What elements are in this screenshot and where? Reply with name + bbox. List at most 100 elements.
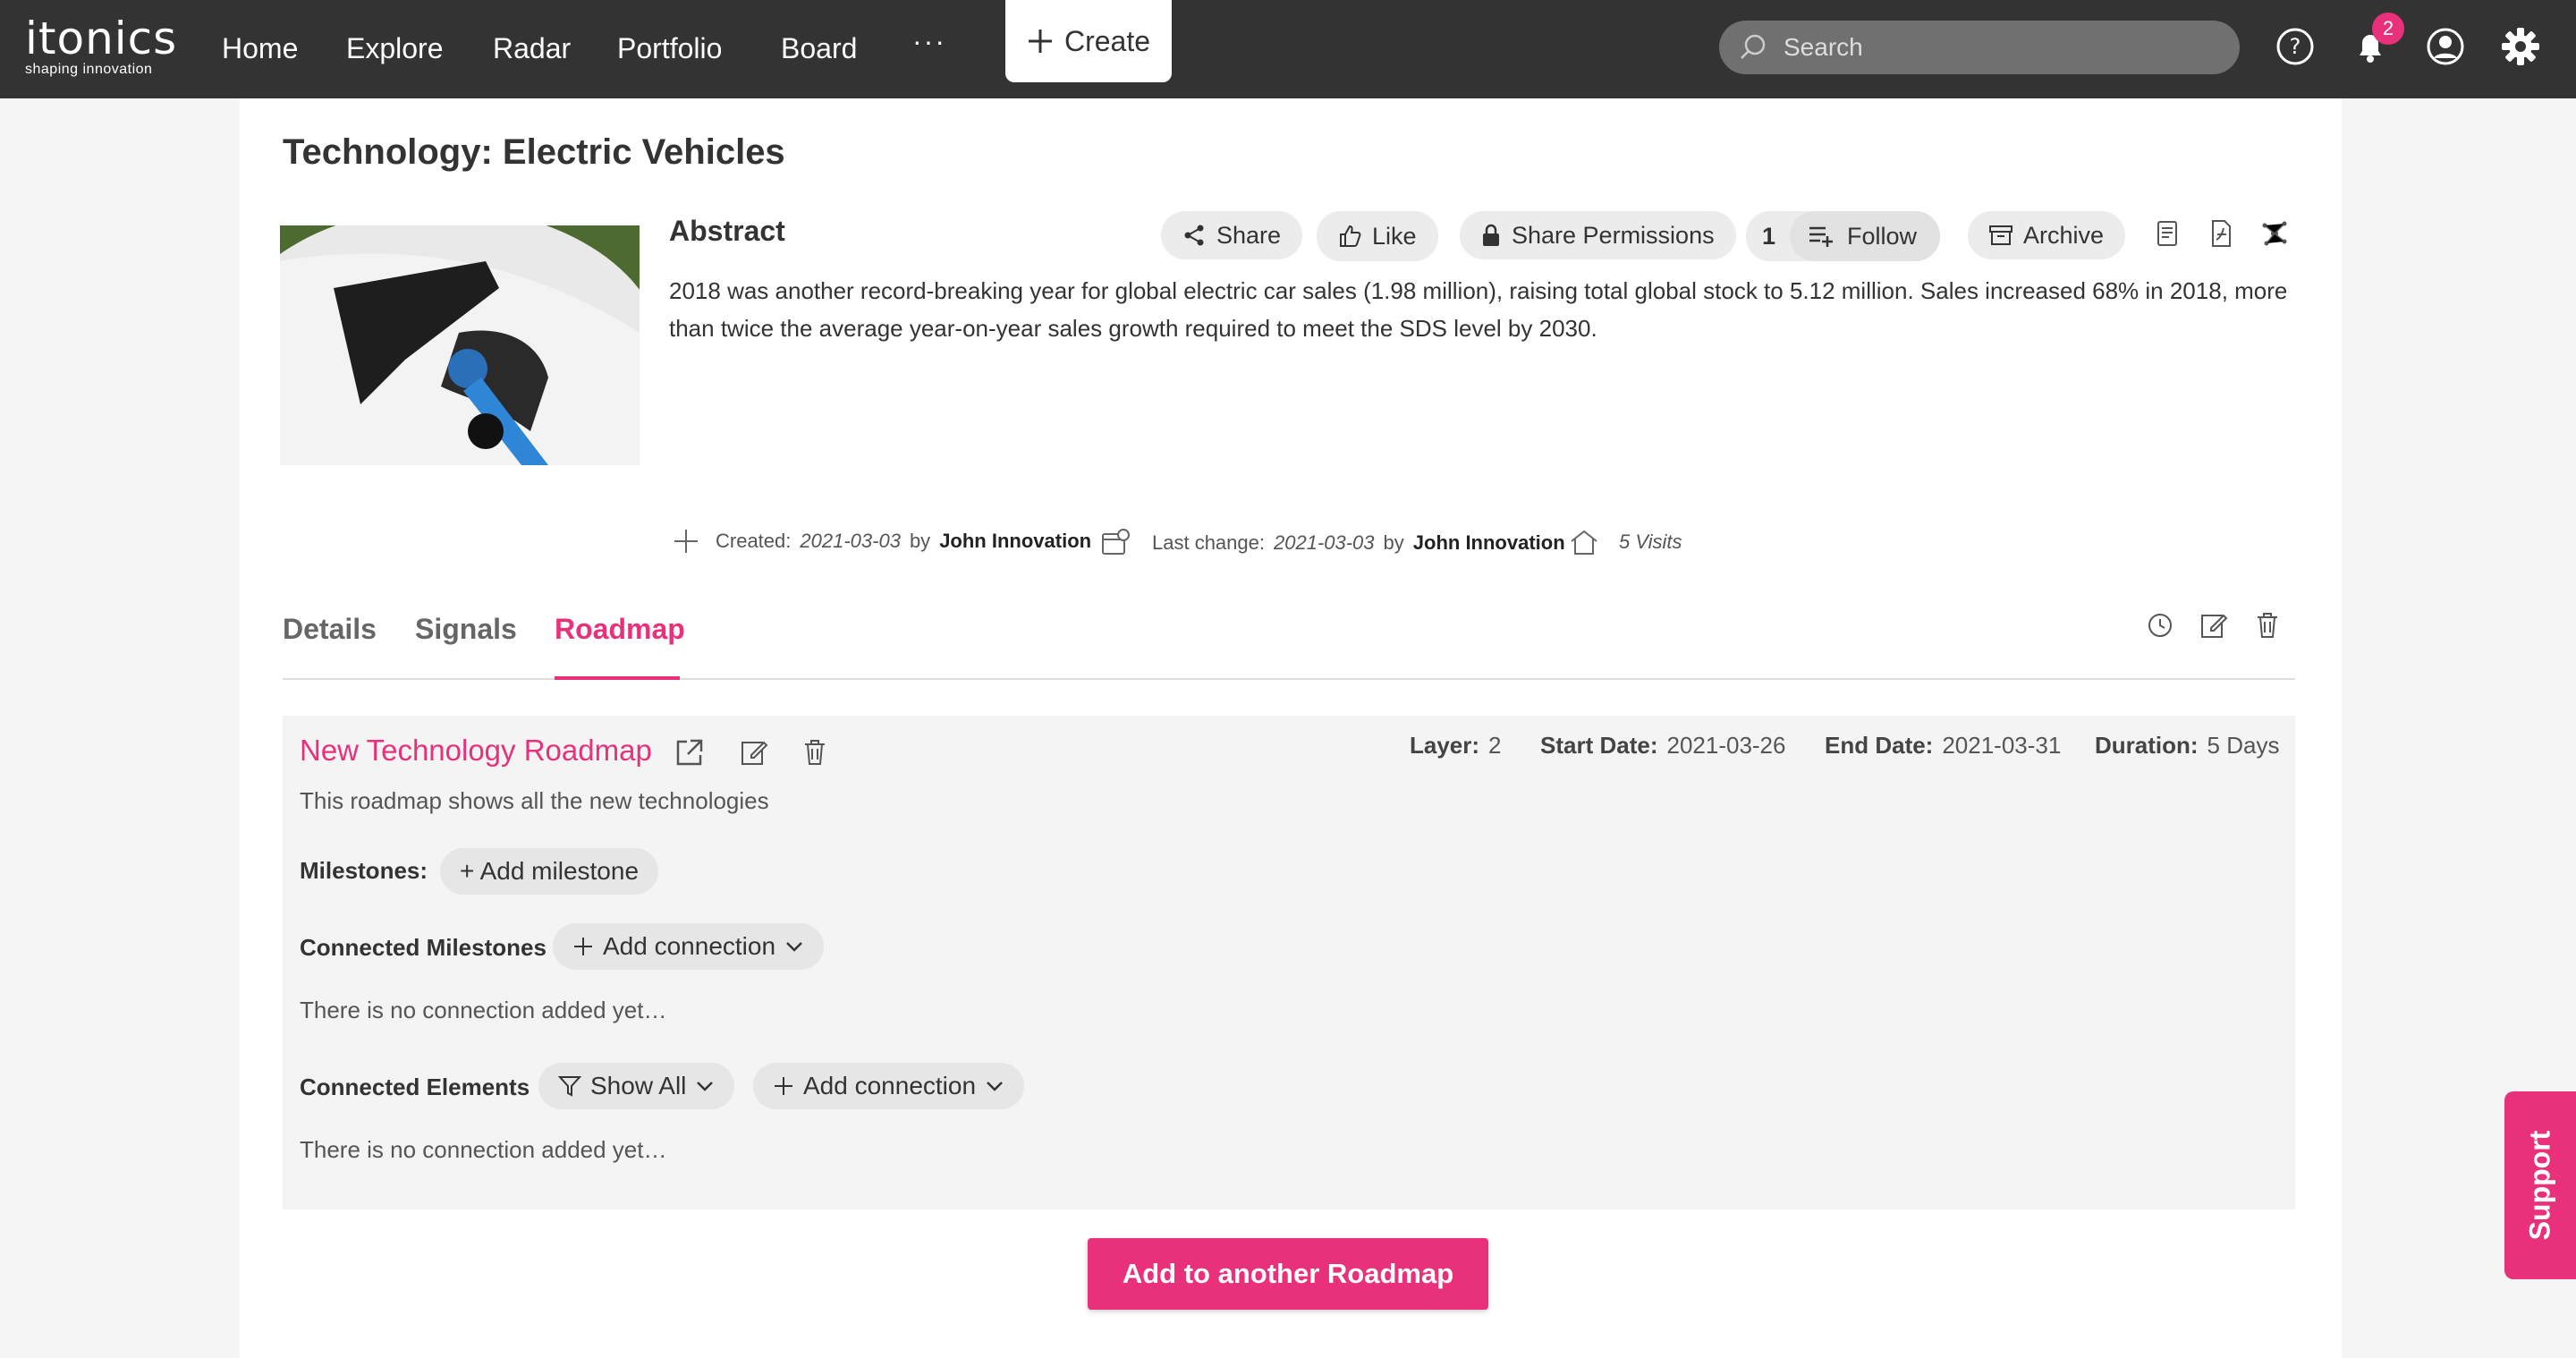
logo-tagline: shaping innovation bbox=[25, 62, 153, 77]
last-change-date: 2021-03-03 bbox=[1273, 531, 1375, 554]
add-connection-milestones-dropdown[interactable]: Add connection bbox=[553, 923, 825, 970]
abstract-heading: Abstract bbox=[669, 215, 785, 247]
share-label: Share bbox=[1216, 221, 1282, 249]
share-permissions-button[interactable]: Share Permissions bbox=[1460, 211, 1736, 259]
tab-roadmap[interactable]: Roadmap bbox=[555, 608, 685, 649]
follow-button[interactable]: Follow bbox=[1790, 211, 1941, 261]
follow-list-icon bbox=[1809, 226, 1834, 247]
milestones-label: Milestones: bbox=[300, 857, 428, 884]
nav-radar[interactable]: Radar bbox=[493, 29, 571, 68]
last-change-by: John Innovation bbox=[1412, 531, 1565, 554]
search-input[interactable]: Search bbox=[1719, 21, 2240, 74]
show-all-label: Show All bbox=[590, 1072, 687, 1099]
abstract-text: 2018 was another record-breaking year fo… bbox=[669, 277, 2288, 342]
end-date-field: End Date: 2021-03-31 bbox=[1825, 732, 2061, 760]
created-meta: Created: 2021-03-03 by John Innovation bbox=[673, 528, 1091, 555]
ev-charging-illustration bbox=[280, 225, 640, 465]
add-milestone-button[interactable]: + Add milestone bbox=[440, 848, 659, 895]
follow-group: 1 Follow bbox=[1746, 211, 1941, 261]
no-connection-elements-text: There is no connection added yet… bbox=[300, 1136, 667, 1163]
filter-icon bbox=[558, 1076, 581, 1097]
like-label: Like bbox=[1372, 222, 1417, 250]
created-by: John Innovation bbox=[939, 530, 1092, 552]
connected-milestones-label: Connected Milestones bbox=[300, 934, 547, 961]
svg-text:?: ? bbox=[2290, 34, 2301, 59]
end-date-label: End Date: bbox=[1825, 732, 1934, 759]
layer-value: 2 bbox=[1488, 732, 1502, 759]
pdf-icon[interactable] bbox=[2206, 218, 2236, 249]
like-button[interactable]: Like bbox=[1317, 211, 1438, 261]
active-tab-indicator bbox=[555, 676, 680, 680]
trash-icon[interactable] bbox=[2252, 610, 2283, 641]
duration-value: 5 Days bbox=[2207, 732, 2280, 759]
start-date-field: Start Date: 2021-03-26 bbox=[1540, 732, 1785, 760]
visits-meta: 5 Visits bbox=[1569, 528, 1682, 556]
roadmap-edit-icon[interactable] bbox=[739, 737, 769, 768]
lock-icon bbox=[1483, 224, 1499, 246]
calendar-icon bbox=[1102, 529, 1130, 555]
archive-icon bbox=[1989, 225, 2012, 245]
search-placeholder: Search bbox=[1784, 33, 1863, 61]
plus-icon bbox=[1028, 30, 1052, 53]
open-external-icon[interactable] bbox=[674, 737, 705, 768]
nav-board[interactable]: Board bbox=[781, 29, 857, 68]
support-label: Support bbox=[2523, 1130, 2556, 1241]
add-connection-elements-dropdown[interactable]: Add connection bbox=[753, 1063, 1025, 1109]
plus-icon bbox=[674, 530, 698, 553]
thumbs-up-icon bbox=[1340, 225, 1361, 247]
connected-elements-label: Connected Elements bbox=[300, 1074, 530, 1100]
tab-details[interactable]: Details bbox=[283, 608, 377, 649]
roadmap-title-link[interactable]: New Technology Roadmap bbox=[300, 734, 652, 768]
page-title: Technology: Electric Vehicles bbox=[283, 132, 785, 172]
roadmap-trash-icon[interactable] bbox=[800, 737, 830, 768]
create-button[interactable]: Create bbox=[1005, 0, 1172, 82]
nav-home[interactable]: Home bbox=[222, 29, 298, 68]
top-navigation-bar: itonics shaping innovation Home Explore … bbox=[0, 0, 2576, 98]
plus-icon bbox=[574, 938, 592, 955]
layer-label: Layer: bbox=[1410, 732, 1480, 759]
share-icon bbox=[1184, 225, 1204, 246]
tab-bar: Details Signals Roadmap bbox=[283, 608, 2295, 680]
chevron-down-icon bbox=[987, 1082, 1003, 1091]
nav-explore[interactable]: Explore bbox=[346, 29, 444, 68]
create-label: Create bbox=[1063, 24, 1151, 57]
duration-label: Duration: bbox=[2095, 732, 2199, 759]
follow-label: Follow bbox=[1847, 222, 1918, 250]
user-icon[interactable] bbox=[2424, 25, 2467, 68]
share-permissions-label: Share Permissions bbox=[1512, 221, 1715, 249]
support-tab[interactable]: Support bbox=[2504, 1091, 2576, 1279]
layer-field: Layer: 2 bbox=[1410, 732, 1502, 760]
show-all-filter-dropdown[interactable]: Show All bbox=[538, 1063, 735, 1109]
search-icon bbox=[1741, 34, 1766, 59]
created-label: Created: bbox=[716, 530, 792, 552]
duration-field: Duration: 5 Days bbox=[2095, 732, 2279, 760]
notification-badge: 2 bbox=[2372, 13, 2404, 45]
share-button[interactable]: Share bbox=[1161, 211, 1303, 259]
network-icon[interactable] bbox=[2259, 218, 2290, 249]
end-date-value: 2021-03-31 bbox=[1942, 732, 2062, 759]
chevron-down-icon bbox=[786, 942, 802, 952]
archive-label: Archive bbox=[2023, 221, 2105, 249]
follow-count: 1 bbox=[1762, 222, 1776, 250]
more-menu-icon[interactable]: ··· bbox=[912, 25, 946, 58]
chevron-down-icon bbox=[697, 1082, 714, 1091]
help-icon[interactable]: ? bbox=[2274, 25, 2317, 68]
visits-count: 5 Visits bbox=[1619, 530, 1682, 553]
start-date-value: 2021-03-26 bbox=[1666, 732, 1786, 759]
last-change-label: Last change: bbox=[1152, 531, 1265, 554]
start-date-label: Start Date: bbox=[1540, 732, 1658, 759]
add-to-another-roadmap-button[interactable]: Add to another Roadmap bbox=[1088, 1238, 1488, 1310]
roadmap-description: This roadmap shows all the new technolog… bbox=[300, 787, 769, 814]
document-icon[interactable] bbox=[2152, 218, 2182, 249]
visits-house-icon bbox=[1571, 530, 1597, 555]
created-date: 2021-03-03 bbox=[800, 530, 901, 552]
edit-icon[interactable] bbox=[2199, 610, 2229, 641]
tab-signals[interactable]: Signals bbox=[415, 608, 517, 649]
last-change-meta: Last change: 2021-03-03 by John Innovati… bbox=[1100, 528, 1565, 558]
logo-wordmark: itonics bbox=[25, 13, 178, 64]
history-clock-icon[interactable] bbox=[2145, 610, 2175, 641]
nav-portfolio[interactable]: Portfolio bbox=[617, 29, 722, 68]
archive-button[interactable]: Archive bbox=[1968, 211, 2126, 259]
itonics-logo[interactable]: itonics shaping innovation bbox=[25, 16, 177, 77]
gear-icon[interactable] bbox=[2499, 25, 2542, 68]
